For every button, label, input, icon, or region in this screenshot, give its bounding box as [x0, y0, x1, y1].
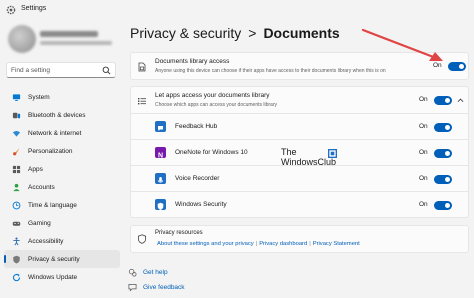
- sidebar-item-label: System: [28, 93, 50, 101]
- sidebar-item-label: Network & internet: [28, 129, 82, 137]
- feedback-hub-icon: [155, 121, 166, 132]
- apps-icon: [12, 165, 21, 174]
- title-bar: Settings: [0, 0, 474, 20]
- sidebar-item-accounts[interactable]: Accounts: [4, 178, 120, 196]
- page-title: Documents: [263, 25, 340, 41]
- give-feedback-label: Give feedback: [143, 283, 185, 291]
- sidebar-item-label: Windows Update: [28, 273, 78, 281]
- sidebar-item-apps[interactable]: Apps: [4, 160, 120, 178]
- shield-icon: [12, 255, 21, 264]
- privacy-links: About these settings and your privacy | Pr…: [157, 241, 360, 247]
- svg-text:N: N: [158, 152, 163, 159]
- breadcrumb: Privacy & security > Documents: [130, 22, 340, 44]
- brush-icon: [12, 147, 21, 156]
- bluetooth-icon: [12, 111, 21, 120]
- sidebar-item-personalization[interactable]: Personalization: [4, 142, 120, 160]
- person-icon: [12, 183, 21, 192]
- user-profile[interactable]: [8, 25, 118, 55]
- sidebar-item-bluetooth-devices[interactable]: Bluetooth & devices: [4, 106, 120, 124]
- app-row-windows-security: Windows Security On: [130, 192, 469, 218]
- help-icon: [128, 268, 137, 277]
- document-icon: [138, 62, 146, 72]
- apps-access-state: On: [419, 96, 428, 103]
- watermark: The WindowsClub: [281, 147, 341, 175]
- list-icon: [138, 98, 146, 105]
- feedback-icon: [128, 283, 137, 292]
- shield-outline-icon: [138, 234, 146, 244]
- app-name: OneNote for Windows 10: [175, 149, 248, 156]
- documents-access-title: Documents library access: [155, 58, 230, 65]
- app-name: Voice Recorder: [175, 175, 220, 182]
- app-name: Feedback Hub: [175, 123, 218, 130]
- get-help-label: Get help: [143, 268, 168, 276]
- breadcrumb-separator: >: [248, 25, 257, 41]
- link-separator: |: [309, 241, 311, 247]
- sidebar-item-time-language[interactable]: Time & language: [4, 196, 120, 214]
- get-help-link[interactable]: Get help: [128, 266, 168, 278]
- privacy-resources-card: Privacy resources: [130, 225, 469, 253]
- feedback-hub-toggle[interactable]: [434, 123, 452, 132]
- give-feedback-link[interactable]: Give feedback: [128, 281, 185, 293]
- app-state: On: [419, 123, 428, 130]
- app-row-feedback-hub: Feedback Hub On: [130, 114, 469, 140]
- documents-access-state: On: [433, 62, 442, 69]
- onenote-toggle[interactable]: [434, 149, 452, 158]
- sidebar-item-network[interactable]: Network & internet: [4, 124, 120, 142]
- sidebar-item-label: Privacy & security: [28, 255, 80, 263]
- voice-recorder-toggle[interactable]: [434, 175, 452, 184]
- voice-recorder-icon: [155, 173, 166, 184]
- watermark-line1: The: [281, 147, 297, 157]
- sidebar-item-windows-update[interactable]: Windows Update: [4, 268, 120, 286]
- about-privacy-link[interactable]: About these settings and your privacy: [157, 241, 254, 247]
- profile-name-blurred: [40, 31, 98, 37]
- onenote-icon: N: [155, 147, 166, 159]
- apps-access-card[interactable]: Let apps access your documents library C…: [130, 86, 469, 114]
- documents-access-toggle[interactable]: [448, 62, 466, 71]
- privacy-resources-title: Privacy resources: [155, 230, 203, 236]
- watermark-logo-icon: [328, 149, 337, 158]
- privacy-statement-link[interactable]: Privacy Statement: [313, 241, 360, 247]
- apps-access-toggle[interactable]: [434, 96, 452, 105]
- sidebar-item-label: Apps: [28, 165, 43, 173]
- sidebar-item-label: Accounts: [28, 183, 55, 191]
- app-name: Windows Security: [175, 201, 227, 208]
- update-icon: [12, 273, 21, 282]
- app-state: On: [419, 175, 428, 182]
- profile-email-blurred: [40, 41, 112, 45]
- window-title: Settings: [21, 5, 47, 12]
- search-box[interactable]: [6, 62, 116, 78]
- accessibility-icon: [12, 237, 21, 246]
- avatar[interactable]: [8, 25, 36, 53]
- privacy-dashboard-link[interactable]: Privacy dashboard: [259, 241, 307, 247]
- search-input[interactable]: [11, 65, 99, 76]
- app-state: On: [419, 201, 428, 208]
- sidebar-item-label: Time & language: [28, 201, 77, 209]
- sidebar-item-label: Accessibility: [28, 237, 64, 245]
- sidebar-item-system[interactable]: System: [4, 88, 120, 106]
- globe-clock-icon: [12, 201, 21, 210]
- sidebar-nav: System Bluetooth & devices Network & int…: [4, 88, 120, 286]
- search-icon[interactable]: [102, 66, 111, 75]
- windows-security-icon: [155, 199, 166, 210]
- apps-access-description: Choose which apps can access your docume…: [155, 102, 278, 108]
- sidebar-item-gaming[interactable]: Gaming: [4, 214, 120, 232]
- wifi-icon: [12, 129, 21, 138]
- sidebar-item-accessibility[interactable]: Accessibility: [4, 232, 120, 250]
- monitor-icon: [12, 93, 21, 102]
- sidebar-item-privacy-security[interactable]: Privacy & security: [4, 250, 120, 268]
- sidebar-item-label: Bluetooth & devices: [28, 111, 86, 119]
- documents-access-description: Anyone using this device can choose if t…: [155, 68, 386, 74]
- app-state: On: [419, 149, 428, 156]
- gamepad-icon: [12, 219, 21, 228]
- settings-gear-icon: [6, 5, 16, 15]
- apps-access-title: Let apps access your documents library: [155, 92, 270, 99]
- breadcrumb-parent[interactable]: Privacy & security: [130, 25, 241, 41]
- chevron-up-icon[interactable]: [457, 97, 464, 103]
- sidebar-item-label: Personalization: [28, 147, 73, 155]
- link-separator: |: [255, 241, 258, 247]
- sidebar-item-label: Gaming: [28, 219, 51, 227]
- documents-access-card: Documents library access Anyone using th…: [130, 52, 469, 80]
- windows-security-toggle[interactable]: [434, 201, 452, 210]
- watermark-line2: WindowsClub: [281, 157, 337, 167]
